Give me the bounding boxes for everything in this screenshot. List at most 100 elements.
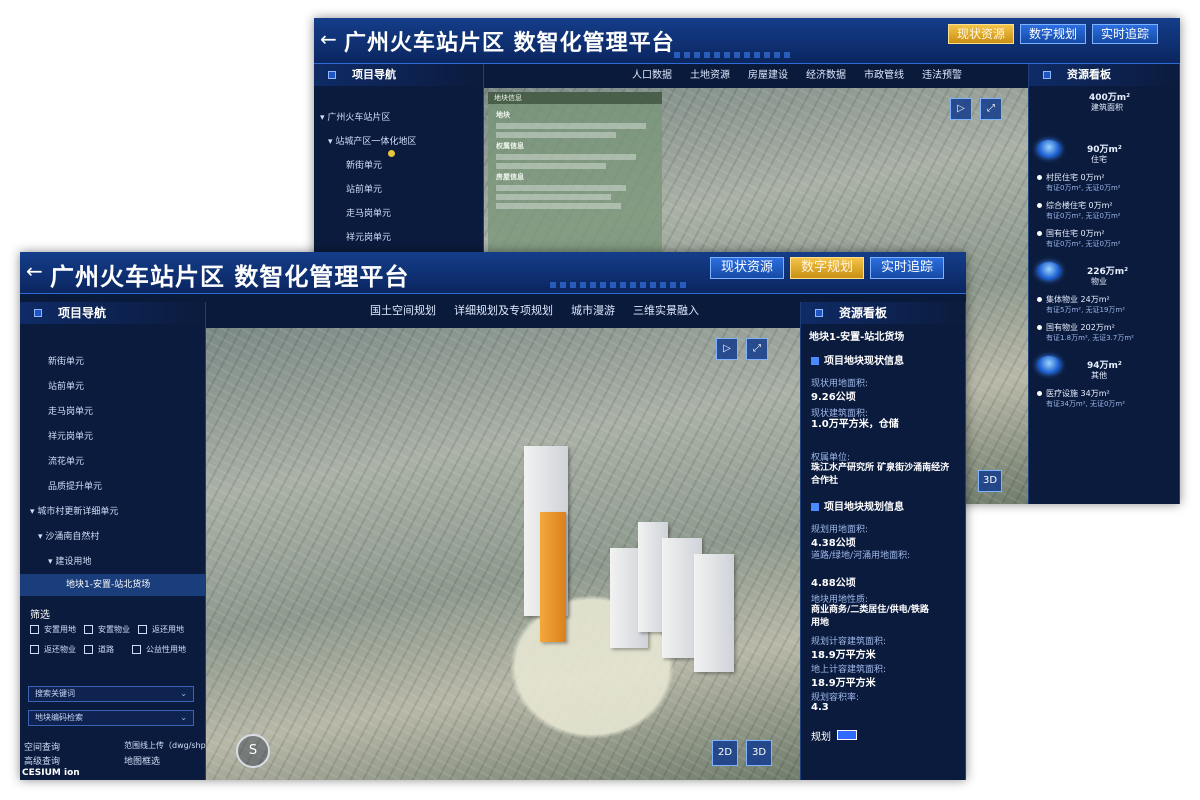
group-label: 其他 xyxy=(1091,371,1107,380)
board-item: 综合楼住宅 0万m² 有证0万m², 无证0万m² xyxy=(1037,200,1121,221)
back-arrow-icon[interactable]: ← xyxy=(26,259,43,283)
field-value: 1.0万平方米，仓储 xyxy=(811,419,899,430)
tab-pipelines[interactable]: 市政管线 xyxy=(864,66,904,81)
nav-item[interactable]: 新街单元 xyxy=(48,354,84,367)
resource-board-header: 资源看板 xyxy=(801,302,965,324)
front-window: ← 广州火车站片区 数智化管理平台 现状资源 数字规划 实时追踪 国土空间规划 … xyxy=(20,252,966,780)
filter-checkbox[interactable]: 安置用地 xyxy=(30,624,76,635)
filter-checkbox[interactable]: 返还用地 xyxy=(138,624,184,635)
planned-tower xyxy=(694,554,734,672)
other-orb-icon xyxy=(1037,356,1061,374)
nav-item[interactable]: 站前单元 xyxy=(48,379,84,392)
resource-board-panel: 资源看板 400万m² 建筑面积 90万m² 住宅 村民住宅 0万m² 有证0万m… xyxy=(1028,64,1180,504)
map-select-link[interactable]: 地图框选 xyxy=(124,754,160,767)
total-area-label: 建筑面积 xyxy=(1091,103,1123,112)
planned-tower xyxy=(540,512,566,642)
mode-3d-button[interactable]: 3D xyxy=(978,470,1002,492)
cursor-dot-icon xyxy=(388,150,395,157)
page-title: 广州火车站片区 数智化管理平台 xyxy=(50,263,410,291)
chevron-down-icon: ⌄ xyxy=(180,713,187,722)
nav-item[interactable]: 新街单元 xyxy=(346,158,382,171)
filter-checkbox[interactable]: 返还物业 xyxy=(30,644,76,655)
spatial-query-link[interactable]: 空间查询 xyxy=(24,740,60,753)
keyword-search-select[interactable]: 搜索关键词 ⌄ xyxy=(28,686,194,702)
filter-checkbox[interactable]: 道路 xyxy=(84,644,114,655)
field-value: 18.9万平方米 xyxy=(811,650,876,661)
field-value: 4.88公顷 xyxy=(811,578,856,589)
popup-section: 权属信息 xyxy=(496,142,524,150)
fullview-button[interactable]: ⤢ xyxy=(746,338,768,360)
data-tabs: 人口数据 土地资源 房屋建设 经济数据 市政管线 违法预警 xyxy=(632,66,962,81)
property-orb-icon xyxy=(1037,262,1061,280)
realtime-tracking-button[interactable]: 实时追踪 xyxy=(1092,24,1158,44)
planning-toggle-label: 规划 xyxy=(811,732,831,743)
digital-planning-button[interactable]: 数字规划 xyxy=(1020,24,1086,44)
filter-checkbox[interactable]: 公益性用地 xyxy=(132,644,186,655)
planning-info-section: 项目地块规划信息 xyxy=(811,498,904,513)
plot-info-popup: 地块信息 地块 权属信息 房屋信息 xyxy=(488,92,662,252)
mode-2d-button[interactable]: 2D xyxy=(712,740,738,766)
field-value: 9.26公顷 xyxy=(811,392,856,403)
back-arrow-icon[interactable]: ← xyxy=(320,27,337,51)
nav-item[interactable]: ▾ 城市村更新详细单元 xyxy=(30,504,118,517)
nav-item-selected[interactable]: 地块1-安置-站北货场 xyxy=(20,574,206,596)
cesium-logo: CESIUM ion xyxy=(22,768,80,778)
nav-item[interactable]: ▾ 广州火车站片区 xyxy=(320,110,390,123)
panel-square-icon xyxy=(328,71,336,79)
popup-section: 地块 xyxy=(496,111,510,119)
board-item: 村民住宅 0万m² 有证0万m², 无证0万m² xyxy=(1037,172,1121,193)
boundary-upload-link[interactable]: 范围线上传（dwg/shp） xyxy=(124,740,214,751)
tab-population[interactable]: 人口数据 xyxy=(632,66,672,81)
building-icon xyxy=(811,503,819,511)
field-value: 珠江水产研究所 矿泉街沙涌南经济合作社 xyxy=(811,463,950,486)
field-label: 道路/绿地/河涌用地面积: xyxy=(811,551,911,561)
header-decoration xyxy=(674,52,794,58)
building-icon xyxy=(811,357,819,365)
field-value: 4.3 xyxy=(811,702,829,713)
planning-tabs: 国土空间规划 详细规划及专项规划 城市漫游 三维实景融入 xyxy=(370,302,699,318)
nav-item[interactable]: 品质提升单元 xyxy=(48,479,102,492)
status-resources-button[interactable]: 现状资源 xyxy=(948,24,1014,44)
group-label: 物业 xyxy=(1091,277,1107,286)
nav-item[interactable]: 祥元岗单元 xyxy=(346,230,391,243)
tab-detailed-planning[interactable]: 详细规划及专项规划 xyxy=(454,302,553,318)
resource-board-header: 资源看板 xyxy=(1029,64,1179,86)
plot-code-select[interactable]: 地块编码检索 ⌄ xyxy=(28,710,194,726)
tab-3d-reality[interactable]: 三维实景融入 xyxy=(633,302,699,318)
board-item: 医疗设施 34万m² 有证34万m², 无证0万m² xyxy=(1037,388,1125,409)
select-tool-button[interactable]: ▷ xyxy=(716,338,738,360)
page-title: 广州火车站片区 数智化管理平台 xyxy=(344,31,675,56)
project-nav-header: 项目导航 xyxy=(314,64,483,86)
mode-3d-button[interactable]: 3D xyxy=(746,740,772,766)
nav-item[interactable]: 流花单元 xyxy=(48,454,84,467)
fullview-button[interactable]: ⤢ xyxy=(980,98,1002,120)
tab-housing[interactable]: 房屋建设 xyxy=(748,66,788,81)
tab-city-roaming[interactable]: 城市漫游 xyxy=(571,302,615,318)
project-nav-header: 项目导航 xyxy=(20,302,205,324)
digital-planning-button[interactable]: 数字规划 xyxy=(790,257,864,279)
nav-item[interactable]: 站前单元 xyxy=(346,182,382,195)
realtime-tracking-button[interactable]: 实时追踪 xyxy=(870,257,944,279)
nav-item[interactable]: 走马岗单元 xyxy=(48,404,93,417)
nav-item[interactable]: ▾ 建设用地 xyxy=(48,554,91,567)
tab-territorial-planning[interactable]: 国土空间规划 xyxy=(370,302,436,318)
header-decoration xyxy=(550,282,690,288)
header: ← 广州火车站片区 数智化管理平台 现状资源 数字规划 实时追踪 xyxy=(20,252,966,294)
nav-item[interactable]: ▾ 沙涌南自然村 xyxy=(38,529,99,542)
panel-square-icon xyxy=(34,309,42,317)
nav-item[interactable]: 祥元岗单元 xyxy=(48,429,93,442)
tab-violations[interactable]: 违法预警 xyxy=(922,66,962,81)
status-resources-button[interactable]: 现状资源 xyxy=(710,257,784,279)
tab-economy[interactable]: 经济数据 xyxy=(806,66,846,81)
advanced-query-link[interactable]: 高级查询 xyxy=(24,754,60,767)
filter-checkbox[interactable]: 安置物业 xyxy=(84,624,130,635)
field-value: 18.9万平方米 xyxy=(811,678,876,689)
tab-land[interactable]: 土地资源 xyxy=(690,66,730,81)
select-tool-button[interactable]: ▷ xyxy=(950,98,972,120)
3d-city-scene[interactable]: ▷ ⤢ 2D 3D S xyxy=(206,328,800,780)
compass-icon[interactable]: S xyxy=(236,734,270,768)
nav-item[interactable]: ▾ 站城产区一体化地区 xyxy=(328,134,416,147)
nav-item[interactable]: 走马岗单元 xyxy=(346,206,391,219)
board-item: 国有物业 202万m² 有证1.8万m², 无证3.7万m² xyxy=(1037,322,1134,343)
planning-toggle[interactable] xyxy=(837,730,857,740)
